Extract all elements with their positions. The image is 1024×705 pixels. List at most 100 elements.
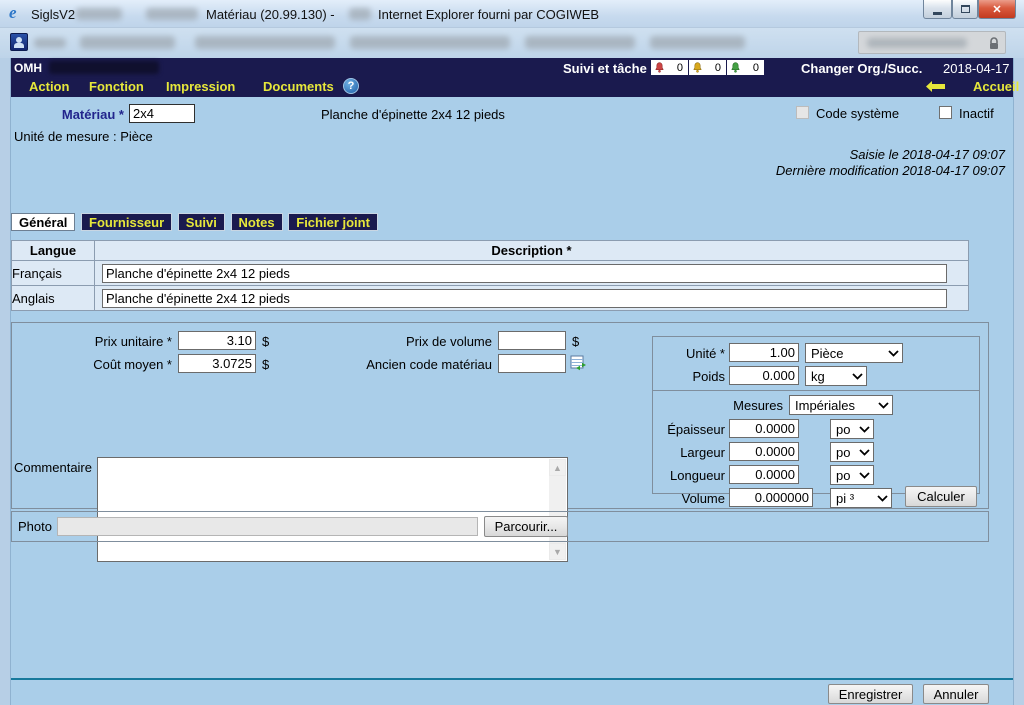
col-header-description: Description * [95,241,969,261]
alert-counter-red[interactable]: 0 [651,60,688,75]
scroll-up-icon[interactable]: ▲ [549,459,566,476]
app-page: OMH Suivi et tâche 0 0 [10,58,1014,705]
textarea-scrollbar[interactable]: ▲ ▼ [549,459,566,560]
back-arrow-icon[interactable] [926,81,945,92]
prix-volume-input[interactable] [498,331,566,350]
accueil-link[interactable]: Accueil [973,79,1019,94]
minimize-button[interactable] [923,0,952,19]
close-button[interactable]: ✕ [978,0,1016,19]
tab-general[interactable]: Général [11,213,75,231]
poids-select[interactable]: kg [805,366,867,386]
help-icon[interactable]: ? [343,78,359,94]
maximize-button[interactable] [952,0,978,19]
largeur-label: Largeur [653,445,725,460]
browser-tab-row [0,28,1024,58]
photo-label: Photo [18,519,52,534]
photo-file-field[interactable] [57,517,478,536]
lang-cell: Anglais [12,286,95,311]
redacted-text [76,8,122,20]
tab-bar: Général Fournisseur Suivi Notes Fichier … [11,213,380,231]
mesures-select-value: Impériales [795,398,855,413]
scroll-down-icon[interactable]: ▼ [549,543,566,560]
parcourir-button[interactable]: Parcourir... [484,516,568,537]
description-fr-input[interactable] [102,264,947,283]
largeur-input[interactable] [729,442,799,461]
volume-input[interactable] [729,488,813,507]
unite-label: Unité * [653,346,725,361]
epaisseur-unit-select[interactable]: po [830,419,874,439]
currency-symbol: $ [572,334,579,349]
redacted-text [34,38,66,48]
tab-suivi[interactable]: Suivi [178,213,225,231]
window-titlebar[interactable]: e SiglsV2 Matériau (20.99.130) - Interne… [0,0,1024,28]
largeur-unit-select[interactable]: po [830,442,874,462]
largeur-unit-value: po [836,445,850,460]
cancel-button[interactable]: Annuler [923,684,989,704]
longueur-input[interactable] [729,465,799,484]
chevron-down-icon [859,426,870,433]
longueur-unit-select[interactable]: po [830,465,874,485]
cout-moyen-input[interactable] [178,354,256,373]
epaisseur-unit-value: po [836,422,850,437]
menu-impression[interactable]: Impression [166,79,235,94]
material-description-text: Planche d'épinette 2x4 12 pieds [321,107,505,122]
lookup-icon[interactable] [570,355,587,372]
chevron-down-icon [878,402,889,409]
alert-counter-yellow[interactable]: 0 [689,60,726,75]
poids-input[interactable] [729,366,799,385]
epaisseur-label: Épaisseur [653,422,725,437]
calculer-button[interactable]: Calculer [905,486,977,507]
epaisseur-input[interactable] [729,419,799,438]
change-org-link[interactable]: Changer Org./Succ. [801,61,922,76]
redacted-text [350,36,510,49]
window-title-doc: Matériau (20.99.130) - [206,7,335,22]
minimize-icon [933,12,942,15]
pricing-groupbox: Prix unitaire * $ Coût moyen * $ Prix de… [11,322,989,509]
mesures-select[interactable]: Impériales [789,395,893,415]
ie-logo-icon: e [9,3,17,23]
saisie-timestamp: Saisie le 2018-04-17 09:07 [850,147,1005,162]
poids-label: Poids [653,369,725,384]
menu-documents[interactable]: Documents [263,79,334,94]
chevron-down-icon [888,350,899,357]
code-systeme-label: Code système [816,106,899,121]
alert-counter-green[interactable]: 0 [727,60,764,75]
bell-yellow-icon [692,61,703,74]
material-input[interactable] [129,104,195,123]
inactif-checkbox[interactable] [939,106,952,119]
chevron-down-icon [859,472,870,479]
unite-input[interactable] [729,343,799,362]
panel-divider [653,390,979,391]
suivi-tache-label: Suivi et tâche [563,61,647,76]
ancien-code-input[interactable] [498,354,566,373]
description-en-input[interactable] [102,289,947,308]
table-header-row: Langue Description * [12,241,969,261]
tab-fichier-joint[interactable]: Fichier joint [288,213,378,231]
photo-groupbox: Photo Parcourir... [11,511,989,542]
menu-action[interactable]: Action [29,79,69,94]
tab-notes[interactable]: Notes [231,213,283,231]
maximize-icon [961,5,970,13]
redacted-text [525,36,635,49]
currency-symbol: $ [262,334,269,349]
save-button[interactable]: Enregistrer [828,684,913,704]
bell-red-icon [654,61,665,74]
code-systeme-checkbox [796,106,809,119]
modification-timestamp: Dernière modification 2018-04-17 09:07 [776,163,1005,178]
cout-moyen-label: Coût moyen * [12,357,172,372]
search-input[interactable] [858,31,1006,54]
menu-fonction[interactable]: Fonction [89,79,144,94]
commentaire-textarea[interactable]: ▲ ▼ [97,457,568,562]
redacted-text [195,36,335,49]
volume-unit-select[interactable]: pi ³ [830,488,892,508]
col-header-langue: Langue [12,241,95,261]
window-title-suffix: Internet Explorer fourni par COGIWEB [378,7,599,22]
tab-fournisseur[interactable]: Fournisseur [81,213,172,231]
prix-unitaire-input[interactable] [178,331,256,350]
table-row: Français [12,261,969,286]
chevron-down-icon [877,495,888,502]
unite-select[interactable]: Pièce [805,343,903,363]
commentaire-label: Commentaire [12,460,92,475]
longueur-unit-value: po [836,468,850,483]
org-code: OMH [14,61,42,75]
